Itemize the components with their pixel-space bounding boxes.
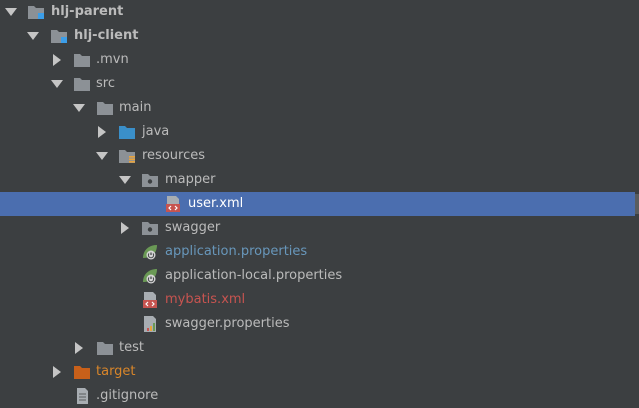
tree-item-label: swagger.properties — [165, 316, 290, 331]
folder-icon — [97, 342, 113, 355]
tree-item-swagger-properties[interactable]: swagger.properties — [0, 312, 635, 336]
spring-properties-icon — [143, 269, 157, 284]
tree-item-mapper[interactable]: mapper — [0, 168, 635, 192]
excluded-folder-icon — [74, 366, 90, 379]
chevron-right-icon[interactable] — [95, 125, 109, 139]
tree-item-label: test — [119, 340, 144, 355]
tree-item-gitignore[interactable]: .gitignore — [0, 384, 635, 408]
tree-item-java[interactable]: java — [0, 120, 635, 144]
tree-item-label: java — [142, 124, 170, 139]
tree-item-hlj-parent[interactable]: hlj-parent — [0, 0, 635, 24]
tree-item-label: main — [119, 100, 152, 115]
tree-item-label: swagger — [165, 220, 221, 235]
xml-file-icon — [166, 196, 180, 212]
chevron-right-icon[interactable] — [50, 53, 64, 67]
tree-item-label: src — [96, 76, 115, 91]
chevron-down-icon[interactable] — [26, 29, 40, 43]
tree-item-label: mapper — [165, 172, 216, 187]
tree-item-label: hlj-client — [74, 28, 139, 43]
folder-icon — [74, 78, 90, 91]
tree-item-label: hlj-parent — [51, 4, 124, 19]
tree-item-label: .mvn — [96, 52, 129, 67]
tree-item-label: resources — [142, 148, 206, 163]
tree-item-main[interactable]: main — [0, 96, 635, 120]
package-folder-icon — [142, 222, 158, 235]
xml-file-icon — [143, 292, 157, 308]
module-folder-icon — [51, 30, 67, 43]
tree-item-label: application-local.properties — [165, 268, 343, 283]
tree-item-label: application.properties — [165, 244, 308, 259]
tree-item-label: user.xml — [188, 196, 244, 211]
tree-item-target[interactable]: target — [0, 360, 635, 384]
properties-file-icon — [144, 316, 156, 332]
folder-icon — [97, 102, 113, 115]
source-folder-icon — [119, 126, 135, 139]
tree-item-src[interactable]: src — [0, 72, 635, 96]
package-folder-icon — [142, 174, 158, 187]
chevron-right-icon[interactable] — [118, 221, 132, 235]
chevron-right-icon[interactable] — [50, 365, 64, 379]
tree-item-resources[interactable]: resources — [0, 144, 635, 168]
chevron-down-icon[interactable] — [95, 149, 109, 163]
folder-icon — [74, 54, 90, 67]
spring-properties-icon — [143, 245, 157, 260]
text-file-icon — [77, 388, 88, 404]
chevron-down-icon[interactable] — [50, 77, 64, 91]
chevron-right-icon[interactable] — [72, 341, 86, 355]
chevron-down-icon[interactable] — [118, 173, 132, 187]
tree-item-swagger[interactable]: swagger — [0, 216, 635, 240]
tree-item-label: .gitignore — [96, 388, 159, 403]
resources-folder-icon — [119, 150, 135, 163]
project-tree: hlj-parent hlj-client .mvn src main java… — [0, 0, 639, 404]
tree-item-application-properties[interactable]: application.properties — [0, 240, 635, 264]
module-folder-icon — [28, 6, 44, 19]
tree-item-label: mybatis.xml — [165, 292, 246, 307]
chevron-down-icon[interactable] — [4, 5, 18, 19]
tree-item-label: target — [96, 364, 136, 379]
vertical-scrollbar[interactable] — [635, 194, 639, 214]
tree-item-hlj-client[interactable]: hlj-client — [0, 24, 635, 48]
tree-item-mybatis-xml[interactable]: mybatis.xml — [0, 288, 635, 312]
tree-item-application-local-properties[interactable]: application-local.properties — [0, 264, 635, 288]
tree-item-user-xml[interactable]: user.xml — [0, 192, 635, 216]
tree-item-mvn[interactable]: .mvn — [0, 48, 635, 72]
chevron-down-icon[interactable] — [72, 101, 86, 115]
tree-item-test[interactable]: test — [0, 336, 635, 360]
